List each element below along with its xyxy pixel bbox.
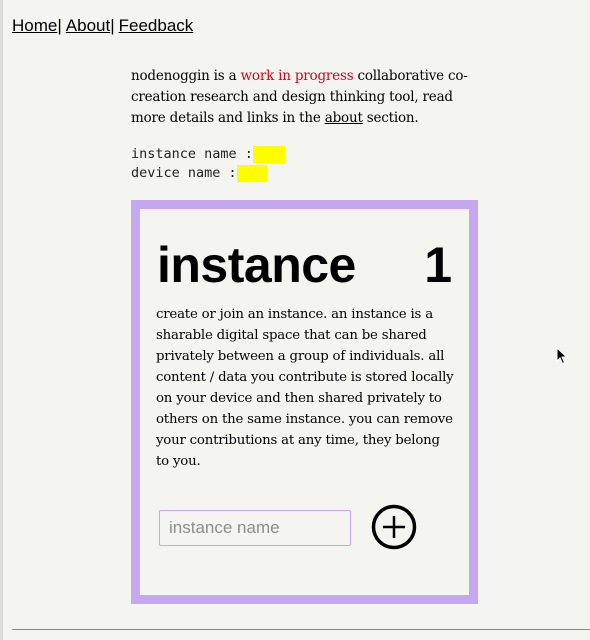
intro-paragraph: nodenoggin is a work in progress collabo… — [131, 66, 471, 129]
card-description: create or join an instance. an instance … — [156, 307, 454, 469]
nav-separator: | — [110, 16, 115, 35]
instance-card: instance 1 create or join an instance. a… — [131, 200, 478, 604]
intro-suffix: section. — [362, 110, 419, 126]
bottom-divider — [12, 629, 590, 630]
top-nav: Home| About| Feedback — [12, 15, 193, 37]
instance-name-input[interactable] — [159, 510, 351, 546]
mouse-pointer-icon — [556, 347, 568, 365]
plus-circle-icon[interactable] — [371, 504, 417, 550]
instance-name-label: instance name : — [131, 146, 253, 162]
about-link[interactable]: about — [325, 110, 363, 126]
device-name-value — [236, 165, 267, 182]
device-name-row: device name : — [131, 164, 285, 183]
instance-name-row: instance name : — [131, 145, 285, 164]
nav-separator: | — [57, 16, 62, 35]
card-title: instance — [157, 237, 356, 293]
nav-link-feedback[interactable]: Feedback — [119, 16, 194, 35]
nav-link-about[interactable]: About — [66, 16, 110, 35]
intro-prefix: nodenoggin is a — [131, 68, 241, 84]
nav-link-home[interactable]: Home — [12, 16, 57, 35]
session-info: instance name : device name : — [131, 145, 285, 183]
device-name-label: device name : — [131, 165, 237, 181]
work-in-progress-highlight: work in progress — [240, 68, 354, 84]
instance-name-value — [252, 146, 285, 163]
card-step-number: 1 — [424, 237, 452, 293]
window-left-edge — [0, 0, 3, 640]
